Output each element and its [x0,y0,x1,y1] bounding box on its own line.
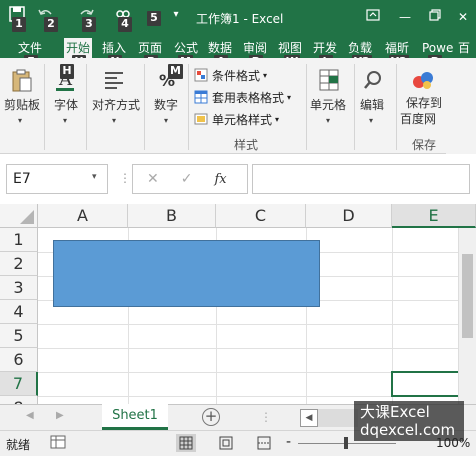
row-header-8[interactable]: 8 [0,396,38,404]
column-header-e[interactable]: E [392,204,476,228]
keytip-save: 1 [12,17,26,32]
zoom-slider-thumb[interactable] [344,437,348,449]
row-header-3[interactable]: 3 [0,276,38,300]
number-button[interactable]: 数字 [154,96,178,113]
row-header-6[interactable]: 6 [0,348,38,372]
page-break-view-icon[interactable] [254,434,274,455]
cell-styles-button[interactable]: 单元格样式 ▾ [194,110,279,128]
sheet-tab-sheet1[interactable]: Sheet1 [102,404,168,430]
cell-styles-icon [194,113,208,125]
window-title: 工作簿1 - Excel [196,12,284,26]
clipboard-dropdown-icon[interactable]: ▾ [18,116,22,125]
keytip-qat5: 5 [147,11,161,26]
macro-record-icon[interactable] [50,435,66,452]
column-header-a[interactable]: A [38,204,128,228]
zoom-out-button[interactable]: - [286,434,291,450]
new-sheet-button[interactable]: + [202,408,220,426]
formula-input[interactable] [252,164,470,194]
title-bar: 1 2 3 4 5 ▾ 工作簿1 - Excel — ✕ [0,0,476,36]
watermark: 大课Excel dqexcel.com [354,401,464,441]
keytip-touch: 4 [118,17,132,32]
conditional-format-button[interactable]: 条件格式 ▾ [194,66,267,84]
editing-dropdown-icon[interactable]: ▾ [369,116,373,125]
cells-icon[interactable] [316,66,342,94]
normal-view-icon[interactable] [176,434,196,452]
row-header-7[interactable]: 7 [0,372,38,396]
formula-actions: ✕ ✓ fx [132,164,248,194]
scroll-left-button[interactable]: ◀ [300,409,318,427]
formula-bar-grip-icon: ⋮ [119,171,131,185]
cells-button[interactable]: 单元格 [310,96,346,113]
cell-styles-label: 单元格样式 [212,112,273,127]
row-header-1[interactable]: 1 [0,228,38,252]
font-dropdown-icon[interactable]: ▾ [63,116,67,125]
number-dropdown-icon[interactable]: ▾ [164,116,168,125]
format-as-table-button[interactable]: 套用表格格式 ▾ [194,88,291,106]
format-as-table-label: 套用表格格式 [212,90,285,105]
alignment-icon[interactable] [100,68,128,92]
clipboard-icon[interactable] [8,68,36,94]
watermark-line2: dqexcel.com [360,421,456,439]
cells-dropdown-icon[interactable]: ▾ [326,116,330,125]
keytip-redo: 3 [82,17,96,32]
column-header-b[interactable]: B [128,204,216,228]
conditional-format-label: 条件格式 [212,68,261,83]
namebox-dropdown-icon[interactable]: ▾ [92,172,97,182]
alignment-dropdown-icon[interactable]: ▾ [112,116,116,125]
font-button[interactable]: 字体 [54,96,78,113]
clipboard-button[interactable]: 剪贴板 [4,96,40,113]
horizontal-scroll-thumb[interactable] [318,409,358,427]
scroll-sheets-right-icon[interactable]: ▶ [56,410,64,421]
styles-group-label: 样式 [234,138,259,152]
scroll-sheets-left-icon[interactable]: ◀ [26,410,34,421]
vertical-scrollbar[interactable] [458,228,476,404]
ribbon-display-icon[interactable] [364,8,382,26]
vertical-scroll-thumb[interactable] [462,254,473,338]
keytip-ribbon-h: H [60,64,74,79]
row-header-2[interactable]: 2 [0,252,38,276]
minimize-icon[interactable]: — [396,8,414,26]
rectangle-shape[interactable] [53,240,320,307]
page-layout-view-icon[interactable] [216,434,236,455]
close-icon[interactable]: ✕ [454,8,472,26]
save-to-line1[interactable]: 保存到 [406,94,442,111]
save-group-label: 保存 [412,138,437,152]
row-header-5[interactable]: 5 [0,324,38,348]
tab-baidu[interactable]: 百 [456,38,472,58]
cancel-icon[interactable]: ✕ [147,171,159,187]
conditional-format-icon [194,68,208,82]
row-header-4[interactable]: 4 [0,300,38,324]
insert-function-icon[interactable]: fx [214,172,226,187]
column-header-d[interactable]: D [306,204,392,228]
status-ready: 就绪 [6,438,31,452]
editing-button[interactable]: 编辑 [360,96,384,113]
keytip-undo: 2 [44,17,58,32]
customize-qat-icon[interactable]: ▾ [170,4,182,24]
worksheet-grid[interactable]: A B C D E 1 2 3 4 5 6 7 8 [0,204,476,404]
baidu-cloud-icon[interactable] [410,66,436,94]
column-header-c[interactable]: C [216,204,306,228]
keytip-ribbon-m: M [168,64,183,79]
select-all-corner[interactable] [0,204,38,228]
table-format-icon [194,90,208,104]
tab-split-grip-icon[interactable]: ⋮ [260,410,272,424]
save-to-line2[interactable]: 百度网 [400,110,436,127]
enter-icon[interactable]: ✓ [181,171,193,187]
search-icon[interactable] [360,68,386,92]
restore-icon[interactable] [426,8,444,26]
watermark-line1: 大课Excel [360,403,430,421]
alignment-button[interactable]: 对齐方式 [92,96,140,113]
